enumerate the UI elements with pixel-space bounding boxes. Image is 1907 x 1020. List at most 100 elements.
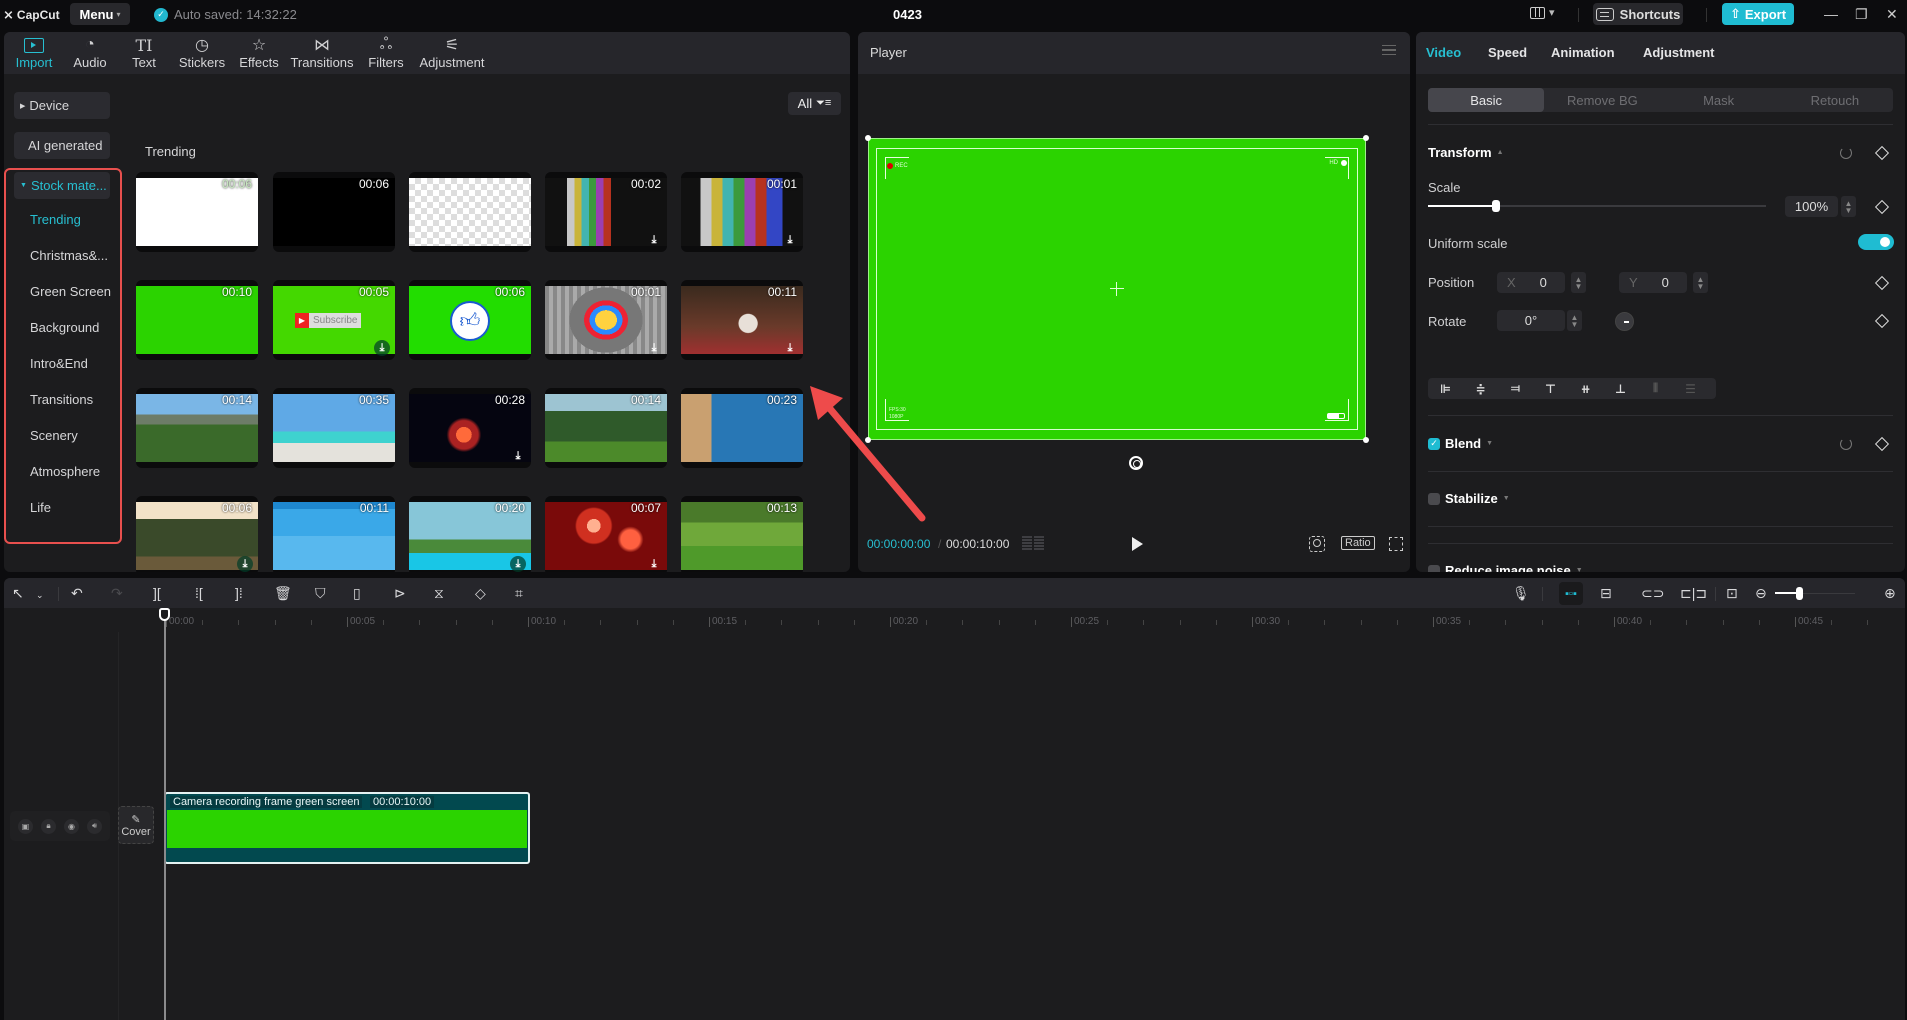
main-track-magnet-button[interactable]: ▪▫▪ xyxy=(1559,582,1583,605)
sidebar-stock-material[interactable]: ▼ Stock mate... xyxy=(14,172,110,199)
position-x-input[interactable]: X 0 xyxy=(1497,272,1565,293)
tab-adjustment[interactable]: ⚟ Adjustment xyxy=(416,35,488,70)
playhead-handle[interactable] xyxy=(159,608,170,621)
tab-stickers[interactable]: ◷ Stickers xyxy=(176,35,228,70)
playhead[interactable] xyxy=(164,611,166,1020)
align-left-icon[interactable]: ⊫ xyxy=(1428,382,1463,396)
play-button[interactable] xyxy=(1132,537,1143,551)
media-thumbnail[interactable]: 00:01 ⤓ xyxy=(545,280,667,360)
fullscreen-icon[interactable] xyxy=(1389,537,1403,551)
tab-effects[interactable]: ☆ Effects xyxy=(236,35,282,70)
align-right-icon[interactable]: ⫤ xyxy=(1498,381,1533,396)
position-x-stepper[interactable]: ▲ ▼ xyxy=(1571,272,1586,293)
distribute-v-icon[interactable]: ☰ xyxy=(1673,382,1708,396)
keyframe-icon[interactable] xyxy=(1874,436,1890,452)
noise-section-header[interactable]: Reduce image noise ▼ xyxy=(1428,563,1583,572)
crop-icon[interactable]: ⌗ xyxy=(515,585,523,601)
scale-input[interactable]: 100% xyxy=(1785,196,1838,217)
resize-handle[interactable] xyxy=(865,437,871,443)
timeline-ruler[interactable]: 00:00 00:05 00:10 00:15 00:20 00:25 00:30 00:35… xyxy=(4,608,1905,632)
media-thumbnail[interactable]: 00:06 ⤓ xyxy=(136,496,258,572)
media-thumbnail[interactable]: 00:06 xyxy=(273,172,395,252)
video-clip[interactable]: Camera recording frame green screen 00:0… xyxy=(164,792,530,864)
slider-knob[interactable] xyxy=(1796,587,1803,600)
mirror-icon[interactable]: ⧖ xyxy=(434,585,444,601)
filter-all-button[interactable]: All ⏷≡ xyxy=(788,92,841,115)
sidebar-item-atmosphere[interactable]: Atmosphere xyxy=(30,464,100,479)
chevron-down-icon[interactable]: ⌄ xyxy=(36,587,44,603)
download-icon[interactable]: ⤓ xyxy=(510,556,526,572)
resize-handle[interactable] xyxy=(1363,135,1369,141)
resize-handle[interactable] xyxy=(865,135,871,141)
media-thumbnail[interactable]: ▶ Subscribe 00:05 ⤓ xyxy=(273,280,395,360)
split-right-icon[interactable]: ]⁞ xyxy=(235,585,243,601)
sidebar-item-background[interactable]: Background xyxy=(30,320,99,335)
zoom-in-icon[interactable]: ⊕ xyxy=(1884,585,1896,601)
delete-icon[interactable]: 🗑 xyxy=(274,585,292,601)
tab-video[interactable]: Video xyxy=(1426,45,1461,60)
align-top-icon[interactable]: ⊤ xyxy=(1533,382,1568,396)
subtab-retouch[interactable]: Retouch xyxy=(1777,88,1893,112)
project-name[interactable]: 0423 xyxy=(893,7,922,22)
link-icon[interactable]: ⊂⊃ xyxy=(1641,585,1664,601)
tab-filters[interactable]: ஃ Filters xyxy=(364,35,408,70)
blend-checkbox[interactable]: ✓ xyxy=(1428,437,1440,450)
media-thumbnail[interactable]: 00:23 xyxy=(681,388,803,468)
lock-icon[interactable]: 🔒︎ xyxy=(41,818,56,834)
preview-canvas[interactable]: REC HD FPS:30 1080P xyxy=(868,138,1366,440)
timeline-zoom-slider[interactable] xyxy=(1775,587,1855,600)
cover-button[interactable]: ✎ Cover xyxy=(118,806,154,844)
tab-text[interactable]: TI Text xyxy=(124,35,164,71)
close-button[interactable]: ✕ xyxy=(1886,6,1898,23)
rotate-stepper[interactable]: ▲ ▼ xyxy=(1567,310,1582,331)
zoom-fit-icon[interactable] xyxy=(1309,536,1325,552)
tab-transitions[interactable]: ⋈ Transitions xyxy=(290,35,354,70)
eye-icon[interactable]: ◉ xyxy=(64,818,79,834)
tab-import[interactable]: Import xyxy=(10,35,58,70)
media-thumbnail[interactable]: 00:01 ⤓ xyxy=(681,172,803,252)
media-thumbnail[interactable]: 00:35 xyxy=(273,388,395,468)
download-icon[interactable]: ⤓ xyxy=(374,340,390,356)
stabilize-checkbox[interactable] xyxy=(1428,492,1440,505)
media-thumbnail[interactable]: 00:07 ⤓ xyxy=(545,496,667,572)
reverse-icon[interactable]: ⊳ xyxy=(394,585,406,601)
menu-button[interactable]: Menu ▾ xyxy=(70,3,130,25)
keyframe-icon[interactable] xyxy=(1874,313,1890,329)
tab-speed[interactable]: Speed xyxy=(1488,45,1527,60)
sidebar-item-trending[interactable]: Trending xyxy=(30,212,81,227)
export-button[interactable]: ⇧ Export xyxy=(1722,3,1794,25)
blend-section-header[interactable]: ✓ Blend ▼ xyxy=(1428,436,1493,451)
ratio-button[interactable]: Ratio xyxy=(1341,536,1375,550)
media-thumbnail[interactable] xyxy=(409,172,531,252)
restore-button[interactable]: ❐ xyxy=(1855,6,1868,23)
media-thumbnail[interactable]: 00:11 ⤓ xyxy=(681,280,803,360)
subtab-mask[interactable]: Mask xyxy=(1661,88,1777,112)
speaker-icon[interactable]: 🔊︎ xyxy=(87,818,102,834)
align-center-h-icon[interactable]: ≑ xyxy=(1463,382,1498,396)
transform-section-header[interactable]: Transform ▲ xyxy=(1428,145,1504,160)
marker-icon[interactable]: ⛉ xyxy=(315,585,326,601)
split-icon[interactable]: ][ xyxy=(153,585,161,601)
microphone-icon[interactable]: 🎙 xyxy=(1512,585,1530,601)
download-icon[interactable]: ⤓ xyxy=(646,340,662,356)
shortcuts-button[interactable]: Shortcuts xyxy=(1593,3,1683,25)
media-thumbnail[interactable]: 00:02 ⤓ xyxy=(545,172,667,252)
scale-slider[interactable] xyxy=(1428,200,1766,212)
download-icon[interactable]: ⤓ xyxy=(510,448,526,464)
sidebar-item-scenery[interactable]: Scenery xyxy=(30,428,78,443)
tab-audio[interactable]: ◔ Audio xyxy=(66,35,114,70)
distribute-h-icon[interactable]: ⦀ xyxy=(1638,381,1673,396)
download-icon[interactable]: ⤓ xyxy=(646,232,662,248)
sidebar-item-transitions[interactable]: Transitions xyxy=(30,392,93,407)
tab-adjustment[interactable]: Adjustment xyxy=(1643,45,1715,60)
menu-icon[interactable] xyxy=(1382,45,1396,55)
media-thumbnail[interactable]: 00:20 ⤓ xyxy=(409,496,531,572)
track-video-icon[interactable]: ▣ xyxy=(18,818,33,834)
sidebar-device[interactable]: ▶ Device xyxy=(14,92,110,119)
auto-snap-icon[interactable]: ⊟ xyxy=(1600,585,1612,601)
media-thumbnail[interactable]: 👍︎ 00:06 xyxy=(409,280,531,360)
position-y-stepper[interactable]: ▲ ▼ xyxy=(1693,272,1708,293)
noise-checkbox[interactable] xyxy=(1428,564,1440,572)
subtab-remove-bg[interactable]: Remove BG xyxy=(1544,88,1660,112)
resize-handle[interactable] xyxy=(1363,437,1369,443)
